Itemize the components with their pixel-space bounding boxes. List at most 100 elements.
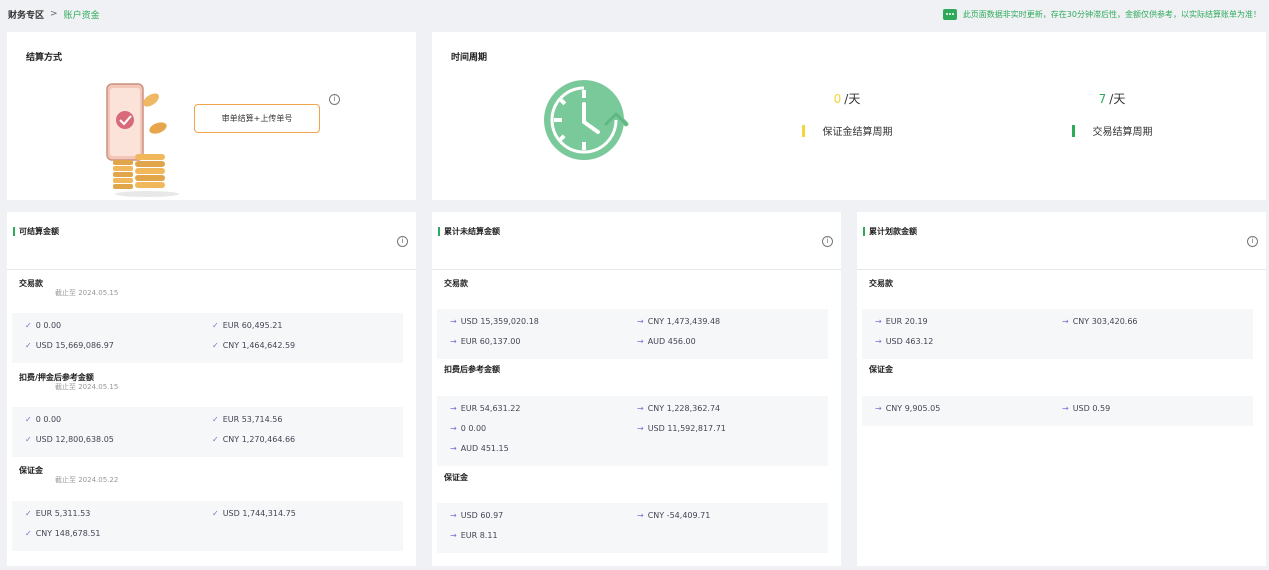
- amount-item: → USD 15,359,020.18: [450, 317, 539, 326]
- amount-box: ✓ 0 0.00 ✓ EUR 60,495.21 ✓ USD 15,669,086.97 ✓…: [12, 313, 403, 363]
- amount-item: → USD 60.97: [450, 511, 503, 520]
- amount-value: USD 1,744,314.75: [222, 509, 296, 518]
- transferred-amount-card: 累计划款金额 i 交易款 → EUR 20.19 → CNY 303,420.66 → US…: [857, 212, 1266, 566]
- arrow-icon: →: [1062, 317, 1069, 326]
- amount-item: → EUR 60,137.00: [450, 337, 520, 346]
- trade-period-label: 交易结算周期: [1092, 127, 1153, 138]
- check-icon: ✓: [212, 341, 219, 350]
- amount-item: ✓ EUR 53,714.56: [212, 415, 282, 424]
- settlement-method-button[interactable]: 审单结算+上传单号: [194, 104, 320, 133]
- arrow-icon: →: [875, 404, 882, 413]
- amount-value: CNY -54,409.71: [647, 511, 711, 520]
- amount-item: ✓ CNY 1,464,642.59: [212, 341, 295, 350]
- amount-item: → USD 0.59: [1062, 404, 1110, 413]
- amount-item: ✓ USD 1,744,314.75: [212, 509, 296, 518]
- amount-value: AUD 451.15: [460, 444, 509, 453]
- deposit-period-bar: [801, 124, 805, 137]
- section-title: 保证金: [444, 473, 468, 482]
- breadcrumb-account-funds: 账户资金: [63, 10, 100, 21]
- trade-period-value: 7: [1098, 92, 1107, 106]
- amount-value: USD 60.97: [460, 511, 504, 520]
- breadcrumb-separator: >: [50, 9, 58, 19]
- amount-item: → CNY 1,473,439.48: [637, 317, 720, 326]
- amount-item: ✓ CNY 1,270,464.66: [212, 435, 295, 444]
- message-icon: [942, 8, 957, 20]
- section-title: 交易款: [444, 279, 468, 288]
- amount-item: → 0 0.00: [450, 424, 486, 433]
- amount-box: → EUR 20.19 → CNY 303,420.66 → USD 463.12: [862, 309, 1253, 359]
- section-title: 交易款: [19, 279, 43, 288]
- amount-value: CNY 1,270,464.66: [222, 435, 296, 444]
- deposit-period: 0/天 保证金结算周期: [787, 90, 907, 138]
- unsettled-info-icon[interactable]: i: [822, 236, 833, 247]
- notice-text: 此页面数据非实时更新，存在30分钟滞后性，金额仅供参考，以实际结算账单为准！: [962, 9, 1261, 19]
- amount-box: → CNY 9,905.05 → USD 0.59: [862, 396, 1253, 426]
- available-amount-card: 可结算金额 i 交易款 截止至 2024.05.15 ✓ 0 0.00 ✓ EUR 60,…: [7, 212, 416, 566]
- deposit-period-label: 保证金结算周期: [822, 127, 893, 138]
- amount-value: 0 0.00: [460, 424, 487, 433]
- amount-value: USD 463.12: [885, 337, 934, 346]
- settlement-info-icon[interactable]: i: [329, 94, 340, 105]
- top-bar: 财务专区 > 账户资金 此页面数据非实时更新，存在30分钟滞后性，金额仅供参考，…: [0, 0, 1269, 28]
- arrow-icon: →: [875, 337, 882, 346]
- transferred-info-icon[interactable]: i: [1247, 236, 1258, 247]
- section-date: 截止至 2024.05.15: [55, 383, 119, 391]
- amount-value: USD 0.59: [1072, 404, 1111, 413]
- settlement-method-title: 结算方式: [26, 53, 63, 63]
- arrow-icon: →: [450, 317, 457, 326]
- available-info-icon[interactable]: i: [397, 236, 408, 247]
- check-icon: ✓: [212, 509, 219, 518]
- check-icon: ✓: [212, 321, 219, 330]
- amount-value: EUR 60,137.00: [460, 337, 521, 346]
- amount-item: ✓ EUR 60,495.21: [212, 321, 282, 330]
- section-date: 截止至 2024.05.15: [55, 289, 119, 297]
- amount-item: → EUR 54,631.22: [450, 404, 520, 413]
- amount-item: → CNY -54,409.71: [637, 511, 710, 520]
- deposit-period-unit: /天: [844, 92, 861, 106]
- clock-refresh-icon: [544, 80, 629, 160]
- check-icon: ✓: [212, 435, 219, 444]
- section-date: 截止至 2024.05.22: [55, 476, 119, 484]
- breadcrumb-finance[interactable]: 财务专区: [8, 8, 44, 21]
- check-icon: ✓: [25, 415, 32, 424]
- arrow-icon: →: [637, 317, 644, 326]
- amount-value: EUR 54,631.22: [460, 404, 521, 413]
- amount-value: CNY 303,420.66: [1072, 317, 1138, 326]
- check-icon: ✓: [25, 435, 32, 444]
- arrow-icon: →: [450, 531, 457, 540]
- amount-value: EUR 60,495.21: [222, 321, 283, 330]
- amount-item: → CNY 1,228,362.74: [637, 404, 720, 413]
- check-icon: ✓: [25, 321, 32, 330]
- deposit-period-value: 0: [833, 92, 842, 106]
- amount-box: → USD 60.97 → CNY -54,409.71 → EUR 8.11: [437, 503, 828, 553]
- amount-value: EUR 53,714.56: [222, 415, 283, 424]
- amount-value: CNY 148,678.51: [35, 529, 101, 538]
- amount-item: ✓ USD 15,669,086.97: [25, 341, 114, 350]
- amount-value: EUR 8.11: [460, 531, 498, 540]
- amount-value: 0 0.00: [35, 321, 62, 330]
- amount-box: → EUR 54,631.22 → CNY 1,228,362.74 → 0 0.00 → U…: [437, 396, 828, 466]
- time-period-card: 时间周期 0/天 保证金结算周期 7/天 交易结算周期: [432, 32, 1266, 200]
- amount-value: 0 0.00: [35, 415, 62, 424]
- section-title: 保证金: [869, 365, 893, 374]
- section-title: 扣费后参考金额: [444, 365, 500, 374]
- amount-item: ✓ 0 0.00: [25, 415, 61, 424]
- amount-item: → CNY 303,420.66: [1062, 317, 1138, 326]
- amount-item: ✓ EUR 5,311.53: [25, 509, 90, 518]
- amount-item: ✓ CNY 148,678.51: [25, 529, 101, 538]
- amount-value: USD 11,592,817.71: [647, 424, 726, 433]
- amount-value: CNY 9,905.05: [885, 404, 941, 413]
- amount-value: USD 15,669,086.97: [35, 341, 114, 350]
- arrow-icon: →: [450, 444, 457, 453]
- trade-period: 7/天 交易结算周期: [1057, 90, 1167, 138]
- phone-coins-illustration: [106, 83, 179, 197]
- arrow-icon: →: [450, 424, 457, 433]
- amount-value: USD 15,359,020.18: [460, 317, 539, 326]
- arrow-icon: →: [637, 424, 644, 433]
- amount-value: CNY 1,228,362.74: [647, 404, 721, 413]
- available-amount-title: 可结算金额: [13, 226, 59, 237]
- check-icon: ✓: [25, 509, 32, 518]
- arrow-icon: →: [875, 317, 882, 326]
- check-icon: ✓: [25, 341, 32, 350]
- section-title: 保证金: [19, 466, 43, 475]
